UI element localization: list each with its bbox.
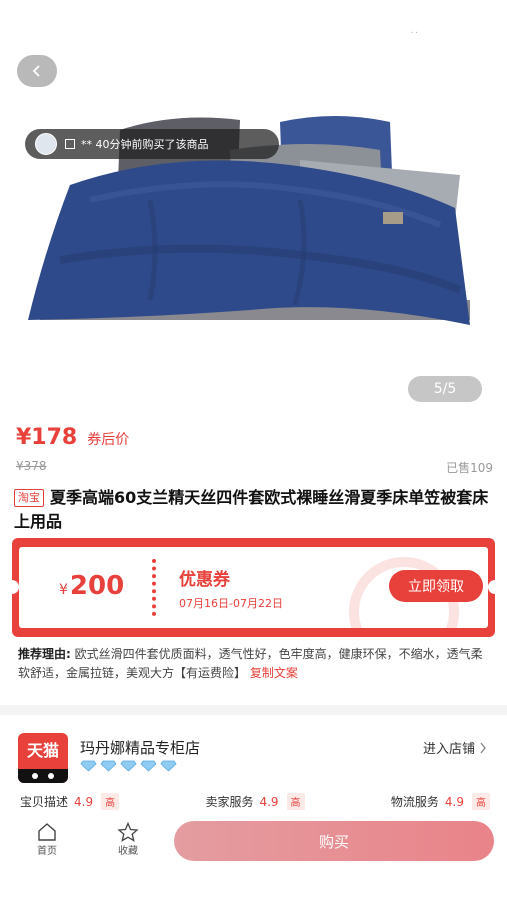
diamond-icon xyxy=(80,760,97,772)
diamond-icon xyxy=(140,760,157,772)
original-price: ¥378 xyxy=(16,459,47,473)
taobao-badge: 淘宝 xyxy=(14,489,44,507)
score-value: 4.9 xyxy=(74,794,94,809)
score-service: 卖家服务 4.9 高 xyxy=(205,793,305,810)
score-description: 宝贝描述 4.9 高 xyxy=(20,793,120,810)
coupon-notch-left xyxy=(5,580,19,594)
purchase-notification-text: ** 40分钟前购买了该商品 xyxy=(81,138,209,151)
enter-shop-label: 进入店铺 xyxy=(422,742,475,757)
recommendation-text: 推荐理由: 欧式丝滑四件套优质面料，透气性好，色牢度高，健康环保，不缩水，透气柔… xyxy=(18,645,492,683)
product-image[interactable]: ·· ** 40分钟前购买了该商品 5/5 xyxy=(0,0,507,410)
coupon-amount: ¥ 200 xyxy=(59,571,124,601)
more-dots-icon: ·· xyxy=(410,28,419,39)
purchase-notification: ** 40分钟前购买了该商品 xyxy=(25,129,279,159)
score-level: 高 xyxy=(286,793,305,810)
coupon-currency: ¥ xyxy=(59,582,68,598)
shop-scores: 宝贝描述 4.9 高 卖家服务 4.9 高 物流服务 4.9 高 xyxy=(20,793,490,810)
coupon-card[interactable]: ¥ 200 优惠券 07月16日-07月22日 立即领取 xyxy=(5,538,502,637)
buyer-avatar xyxy=(35,133,57,155)
nav-favorite[interactable]: 收藏 xyxy=(103,822,153,857)
checkbox-icon xyxy=(65,139,75,149)
claim-coupon-button[interactable]: 立即领取 xyxy=(389,570,483,602)
diamond-icon xyxy=(160,760,177,772)
home-icon xyxy=(38,823,56,841)
tmall-logo[interactable]: 天猫 xyxy=(18,733,68,783)
score-value: 4.9 xyxy=(259,794,279,809)
score-label: 宝贝描述 xyxy=(20,795,69,809)
score-label: 卖家服务 xyxy=(205,795,254,809)
diamond-icon xyxy=(100,760,117,772)
price-row: ¥178 券后价 xyxy=(16,425,129,450)
coupon-notch-right xyxy=(488,580,502,594)
back-button[interactable] xyxy=(17,55,57,87)
image-counter: 5/5 xyxy=(408,376,482,402)
score-value: 4.9 xyxy=(444,794,464,809)
nav-home-label: 首页 xyxy=(37,846,57,857)
score-level: 高 xyxy=(101,793,120,810)
current-price: ¥178 xyxy=(16,425,78,450)
product-title-text: 夏季高端60支兰精天丝四件套欧式裸睡丝滑夏季床单笠被套床上用品 xyxy=(14,488,489,531)
copy-text-button[interactable]: 复制文案 xyxy=(250,666,298,680)
section-divider xyxy=(0,705,507,715)
score-level: 高 xyxy=(471,793,490,810)
sold-count: 已售109 xyxy=(446,461,493,475)
bedding-illustration xyxy=(28,116,470,325)
tmall-cat-eye-left xyxy=(32,773,38,779)
tmall-cat-eye-right xyxy=(48,773,54,779)
chevron-left-icon xyxy=(32,65,40,77)
coupon-divider xyxy=(152,559,156,616)
tmall-cat-face xyxy=(18,769,68,783)
coupon-name: 优惠券 xyxy=(179,570,230,590)
product-detail-page: ·· ** 40分钟前购买了该商品 5/5 ¥178 券后价 ¥378 已售10… xyxy=(0,0,507,900)
chevron-right-icon xyxy=(480,742,486,753)
recommendation-label: 推荐理由: xyxy=(18,647,71,661)
star-icon xyxy=(117,822,139,842)
enter-shop-link[interactable]: 进入店铺 xyxy=(423,738,487,757)
score-label: 物流服务 xyxy=(390,795,439,809)
nav-favorite-label: 收藏 xyxy=(118,846,138,857)
shop-name[interactable]: 玛丹娜精品专柜店 xyxy=(80,737,200,758)
coupon-value: 200 xyxy=(69,571,125,601)
buy-button[interactable]: 购买 xyxy=(174,821,494,861)
price-tag: 券后价 xyxy=(87,432,130,448)
bottom-action-bar: 首页 收藏 购买 xyxy=(0,812,507,900)
nav-home[interactable]: 首页 xyxy=(22,822,72,857)
product-title: 淘宝 夏季高端60支兰精天丝四件套欧式裸睡丝滑夏季床单笠被套床上用品 xyxy=(14,486,494,534)
shop-rating-diamonds xyxy=(80,760,177,772)
diamond-icon xyxy=(120,760,137,772)
coupon-body: ¥ 200 优惠券 07月16日-07月22日 立即领取 xyxy=(19,547,488,628)
score-logistics: 物流服务 4.9 高 xyxy=(391,793,490,810)
tmall-logo-text: 天猫 xyxy=(26,741,59,760)
coupon-date: 07月16日-07月22日 xyxy=(179,597,283,610)
